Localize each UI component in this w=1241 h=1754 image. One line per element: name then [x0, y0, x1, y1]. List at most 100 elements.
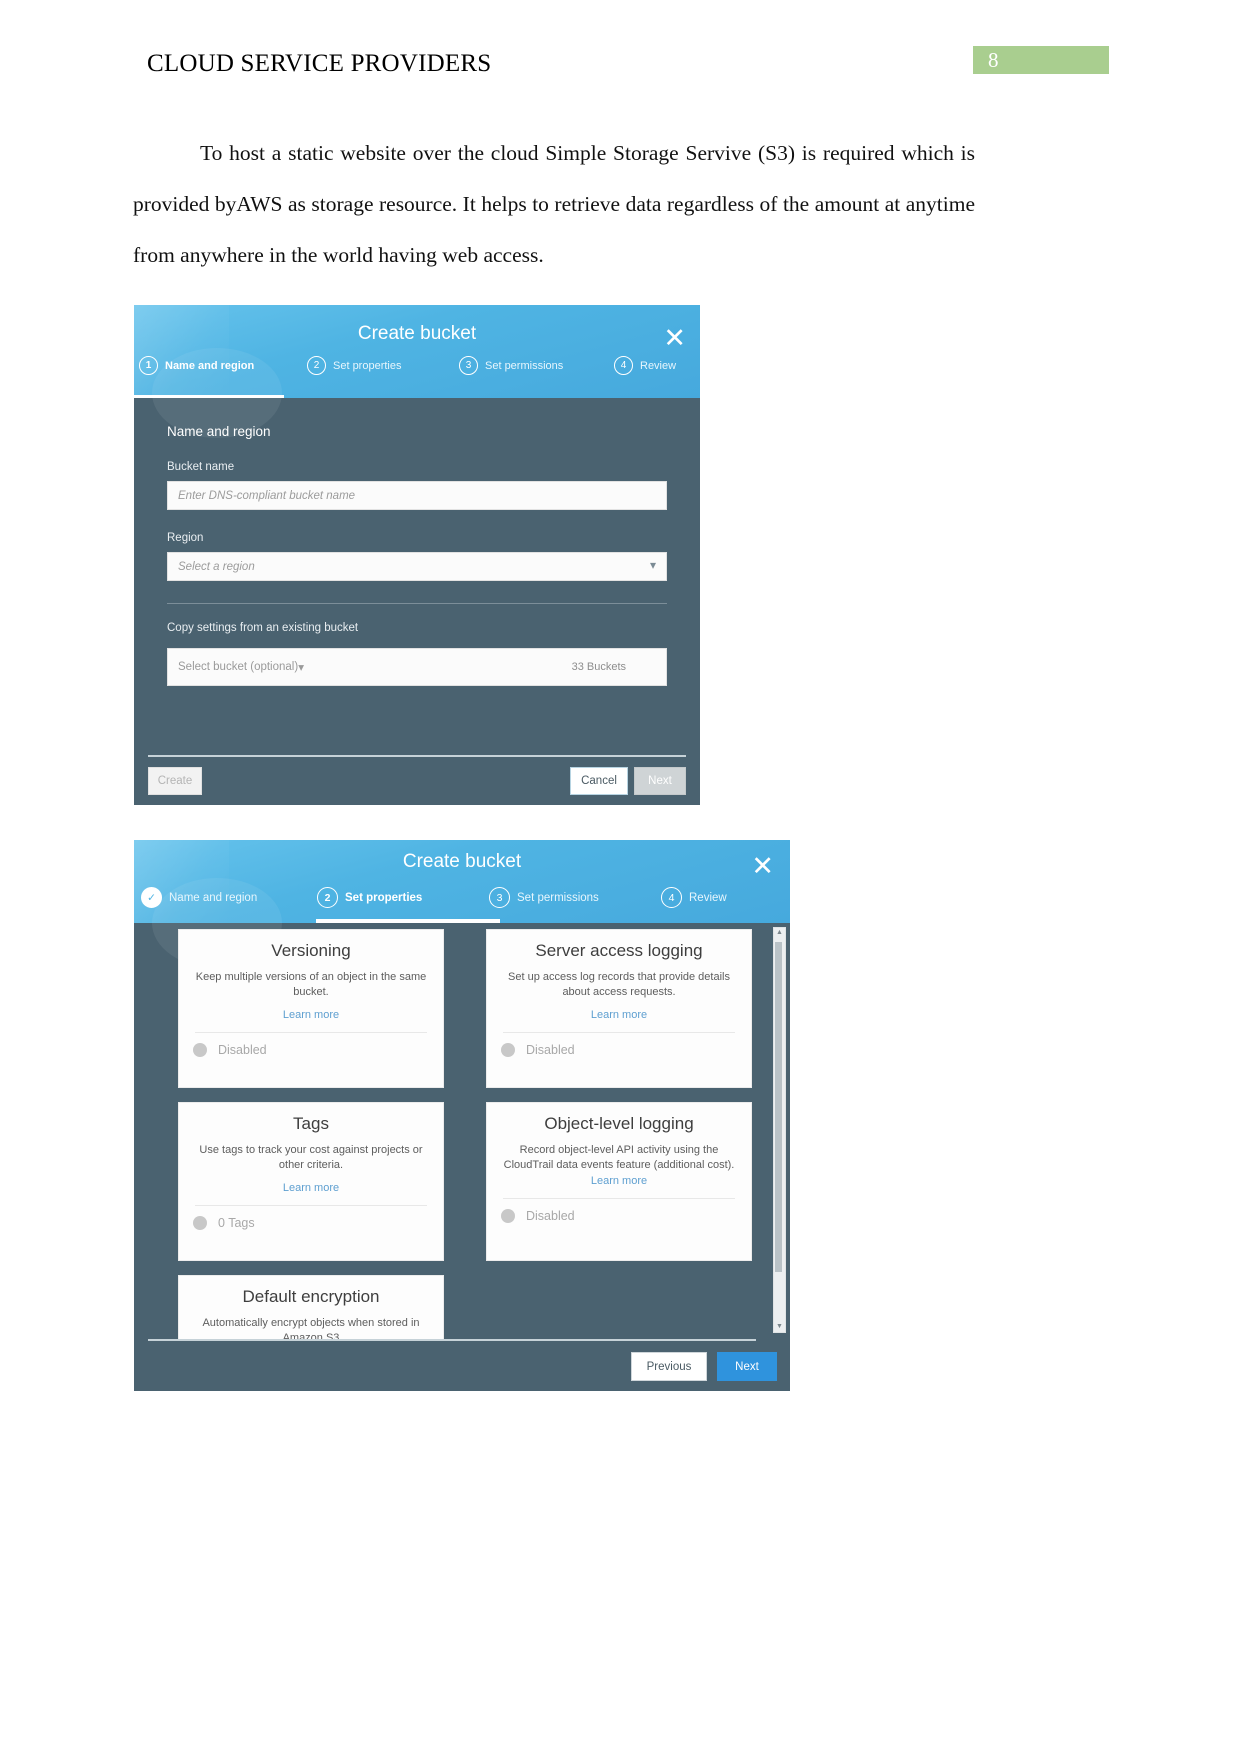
step-3-circle: 3	[459, 356, 478, 375]
active-step-underline	[316, 919, 500, 923]
status-dot-icon	[501, 1043, 515, 1057]
card-status[interactable]: Disabled	[499, 1199, 739, 1234]
learn-more-link[interactable]: Learn more	[191, 1009, 431, 1021]
chevron-down-icon: ▾	[298, 662, 304, 674]
create-bucket-dialog-step1: Create bucket ✕ 1 Name and region 2 Set …	[134, 305, 700, 805]
footer-divider	[148, 755, 686, 757]
step-2-label: Set properties	[345, 891, 423, 904]
page-number-badge: 8	[973, 46, 1109, 74]
step-name-and-region[interactable]: ✓ Name and region	[141, 887, 317, 908]
step-3-label: Set permissions	[485, 359, 564, 372]
card-description: Use tags to track your cost against proj…	[199, 1144, 423, 1171]
copy-settings-placeholder: Select bucket (optional)	[178, 661, 299, 673]
bucket-name-placeholder: Enter DNS-compliant bucket name	[178, 489, 356, 502]
dialog1-footer: Create Cancel Next	[134, 759, 700, 805]
close-icon[interactable]: ✕	[663, 325, 686, 352]
dialog2-step-nav: ✓ Name and region 2 Set properties 3 Set…	[134, 887, 790, 908]
card-status[interactable]: Disabled	[499, 1033, 739, 1068]
card-description: Set up access log records that provide d…	[508, 971, 730, 998]
copy-settings-select[interactable]: Select bucket (optional) 33 Buckets ▾	[167, 648, 667, 686]
step-4-circle: 4	[661, 887, 682, 908]
document-header: CLOUD SERVICE PROVIDERS 8	[0, 46, 1241, 90]
chevron-down-icon: ▾	[649, 558, 656, 572]
scroll-up-arrow-icon[interactable]: ▲	[774, 928, 785, 938]
dialog2-body: Versioning Keep multiple versions of an …	[134, 923, 790, 1341]
body-paragraph: To host a static website over the cloud …	[133, 141, 975, 267]
card-description: Keep multiple versions of an object in t…	[195, 971, 427, 998]
create-button[interactable]: Create	[148, 767, 202, 795]
copy-settings-label: Copy settings from an existing bucket	[167, 622, 359, 634]
dialog2-footer: Previous Next	[134, 1343, 790, 1391]
step-1-check-icon: ✓	[141, 887, 162, 908]
dialog2-header: Create bucket ✕ ✓ Name and region 2 Set …	[134, 840, 790, 969]
step-4-circle: 4	[614, 356, 633, 375]
card-description: Automatically encrypt objects when store…	[202, 1317, 420, 1341]
card-title: Tags	[293, 1114, 329, 1133]
learn-more-link[interactable]: Learn more	[191, 1182, 431, 1194]
region-label: Region	[167, 532, 204, 544]
step-set-permissions[interactable]: 3 Set permissions	[459, 356, 614, 375]
learn-more-link[interactable]: Learn more	[499, 1175, 739, 1187]
step-review[interactable]: 4 Review	[661, 887, 727, 908]
dialog1-body: Name and region Bucket name Enter DNS-co…	[134, 398, 700, 686]
status-label: 0 Tags	[218, 1216, 255, 1230]
card-status[interactable]: Disabled	[191, 1033, 431, 1068]
create-bucket-dialog-step2: Create bucket ✕ ✓ Name and region 2 Set …	[134, 840, 790, 1391]
step-2-circle: 2	[307, 356, 326, 375]
vertical-scrollbar[interactable]: ▲ ▼	[773, 927, 786, 1333]
property-card-server-access-logging[interactable]: Server access logging Set up access log …	[486, 929, 752, 1088]
step-4-label: Review	[689, 891, 727, 904]
next-button[interactable]: Next	[717, 1352, 777, 1381]
status-label: Disabled	[218, 1043, 267, 1057]
bucket-count-label: 33 Buckets	[571, 661, 626, 673]
step-2-label: Set properties	[333, 359, 402, 372]
step-review[interactable]: 4 Review	[614, 356, 676, 375]
card-title: Object-level logging	[544, 1114, 694, 1133]
region-select[interactable]: Select a region ▾	[167, 552, 667, 581]
step-4-label: Review	[640, 359, 677, 372]
step-1-label: Name and region	[169, 891, 258, 904]
step-1-circle: 1	[139, 356, 158, 375]
bucket-name-label: Bucket name	[167, 461, 235, 473]
footer-divider	[148, 1339, 756, 1341]
card-title: Server access logging	[535, 941, 703, 960]
step-1-label: Name and region	[165, 359, 255, 372]
page-number: 8	[988, 48, 999, 72]
status-dot-icon	[193, 1216, 207, 1230]
page-title: CLOUD SERVICE PROVIDERS	[147, 50, 492, 77]
divider	[167, 603, 667, 604]
step-set-properties[interactable]: 2 Set properties	[307, 356, 459, 375]
scroll-down-arrow-icon[interactable]: ▼	[774, 1322, 785, 1332]
property-card-versioning[interactable]: Versioning Keep multiple versions of an …	[178, 929, 444, 1088]
step-name-and-region[interactable]: 1 Name and region	[139, 356, 307, 375]
step-2-circle: 2	[317, 887, 338, 908]
card-description: Record object-level API activity using t…	[503, 1144, 735, 1171]
property-card-object-level-logging[interactable]: Object-level logging Record object-level…	[486, 1102, 752, 1261]
property-card-tags[interactable]: Tags Use tags to track your cost against…	[178, 1102, 444, 1261]
properties-grid: Versioning Keep multiple versions of an …	[148, 929, 770, 1341]
active-step-underline	[134, 395, 284, 398]
status-dot-icon	[193, 1043, 207, 1057]
cancel-button[interactable]: Cancel	[570, 767, 628, 795]
status-label: Disabled	[526, 1209, 575, 1223]
property-card-default-encryption[interactable]: Default encryption Automatically encrypt…	[178, 1275, 444, 1341]
card-title: Default encryption	[242, 1287, 380, 1306]
dialog1-title: Create bucket	[357, 323, 477, 344]
step-3-label: Set permissions	[517, 891, 599, 904]
region-placeholder: Select a region	[178, 560, 255, 573]
previous-button[interactable]: Previous	[631, 1352, 707, 1381]
bucket-name-input[interactable]: Enter DNS-compliant bucket name	[167, 481, 667, 510]
next-button[interactable]: Next	[634, 767, 686, 795]
step-set-permissions[interactable]: 3 Set permissions	[489, 887, 661, 908]
card-status[interactable]: 0 Tags	[191, 1206, 431, 1241]
scrollbar-thumb[interactable]	[775, 942, 782, 1272]
dialog1-header: Create bucket ✕ 1 Name and region 2 Set …	[134, 305, 700, 438]
dialog2-title: Create bucket	[402, 851, 522, 872]
learn-more-link[interactable]: Learn more	[499, 1009, 739, 1021]
status-dot-icon	[501, 1209, 515, 1223]
close-icon[interactable]: ✕	[751, 853, 774, 880]
step-3-circle: 3	[489, 887, 510, 908]
status-label: Disabled	[526, 1043, 575, 1057]
dialog1-step-nav: 1 Name and region 2 Set properties 3 Set…	[134, 356, 700, 375]
step-set-properties[interactable]: 2 Set properties	[317, 887, 489, 908]
